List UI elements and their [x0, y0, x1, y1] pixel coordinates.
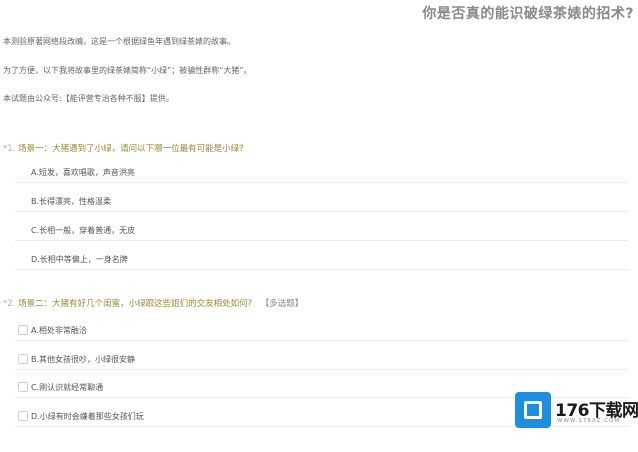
question-1-text: 场景一：大猪遇到了小绿，请问以下哪一位最有可能是小绿?	[18, 144, 244, 154]
option-label: D.小绿有时会嫌着那些女孩们玩	[31, 412, 144, 421]
question-1-option-b[interactable]: B.长得漂亮，性格温柔	[15, 191, 628, 212]
site-watermark: 176下载网 WWW.176XZ.COM	[515, 390, 638, 430]
question-1-number: *1.	[3, 144, 16, 154]
question-1-title: *1. 场景一：大猪遇到了小绿，请问以下哪一位最有可能是小绿?	[3, 142, 244, 154]
question-1-option-c[interactable]: C.长相一般，穿着普通，无皮	[15, 220, 628, 241]
intro-line-1: 本测验原著网络段改编，这是一个根据绿鱼年遇到绿茶婊的故事。	[3, 37, 235, 46]
checkbox[interactable]	[18, 354, 28, 364]
question-2-text: 场景二：大猪有好几个闺蜜，小绿跟这些姐们的交友相处如何?	[18, 299, 253, 309]
option-label: B.其他女孩很吵，小绿很安静	[31, 355, 136, 364]
option-label: A.短发，喜欢唱歌，声音洪亮	[31, 168, 135, 177]
cube-logo-icon	[515, 392, 551, 428]
option-label: C.长相一般，穿着普通，无皮	[31, 226, 136, 235]
question-2-option-b[interactable]: B.其他女孩很吵，小绿很安静	[15, 349, 628, 370]
checkbox[interactable]	[18, 382, 28, 392]
question-2-title: *2. 场景二：大猪有好几个闺蜜，小绿跟这些姐们的交友相处如何? 【多选题】	[3, 297, 303, 309]
option-label: B.长得漂亮，性格温柔	[31, 197, 112, 206]
question-2-number: *2.	[3, 299, 16, 309]
question-1-option-a[interactable]: A.短发，喜欢唱歌，声音洪亮	[15, 162, 628, 183]
checkbox[interactable]	[18, 325, 28, 335]
intro-line-2: 为了方便，以下我将故事里的绿茶婊简称“小绿”；被骗性群称“大猪”。	[3, 66, 252, 75]
question-1-option-d[interactable]: D.长相中等偏上，一身名牌	[15, 249, 628, 270]
checkbox[interactable]	[18, 411, 28, 421]
intro-line-3: 本试题由公众号:【能评营专治各种不服】提供。	[3, 94, 174, 103]
option-label: C.刚认识就经常聊通	[31, 383, 104, 392]
watermark-url: WWW.176XZ.COM	[557, 418, 621, 424]
question-2-option-a[interactable]: A.相处非常融洽	[15, 320, 628, 341]
option-label: A.相处非常融洽	[31, 326, 87, 335]
option-label: D.长相中等偏上，一身名牌	[31, 255, 128, 264]
page-title: 你是否真的能识破绿茶婊的招术?	[422, 6, 634, 22]
multi-select-tag: 【多选题】	[260, 299, 304, 309]
